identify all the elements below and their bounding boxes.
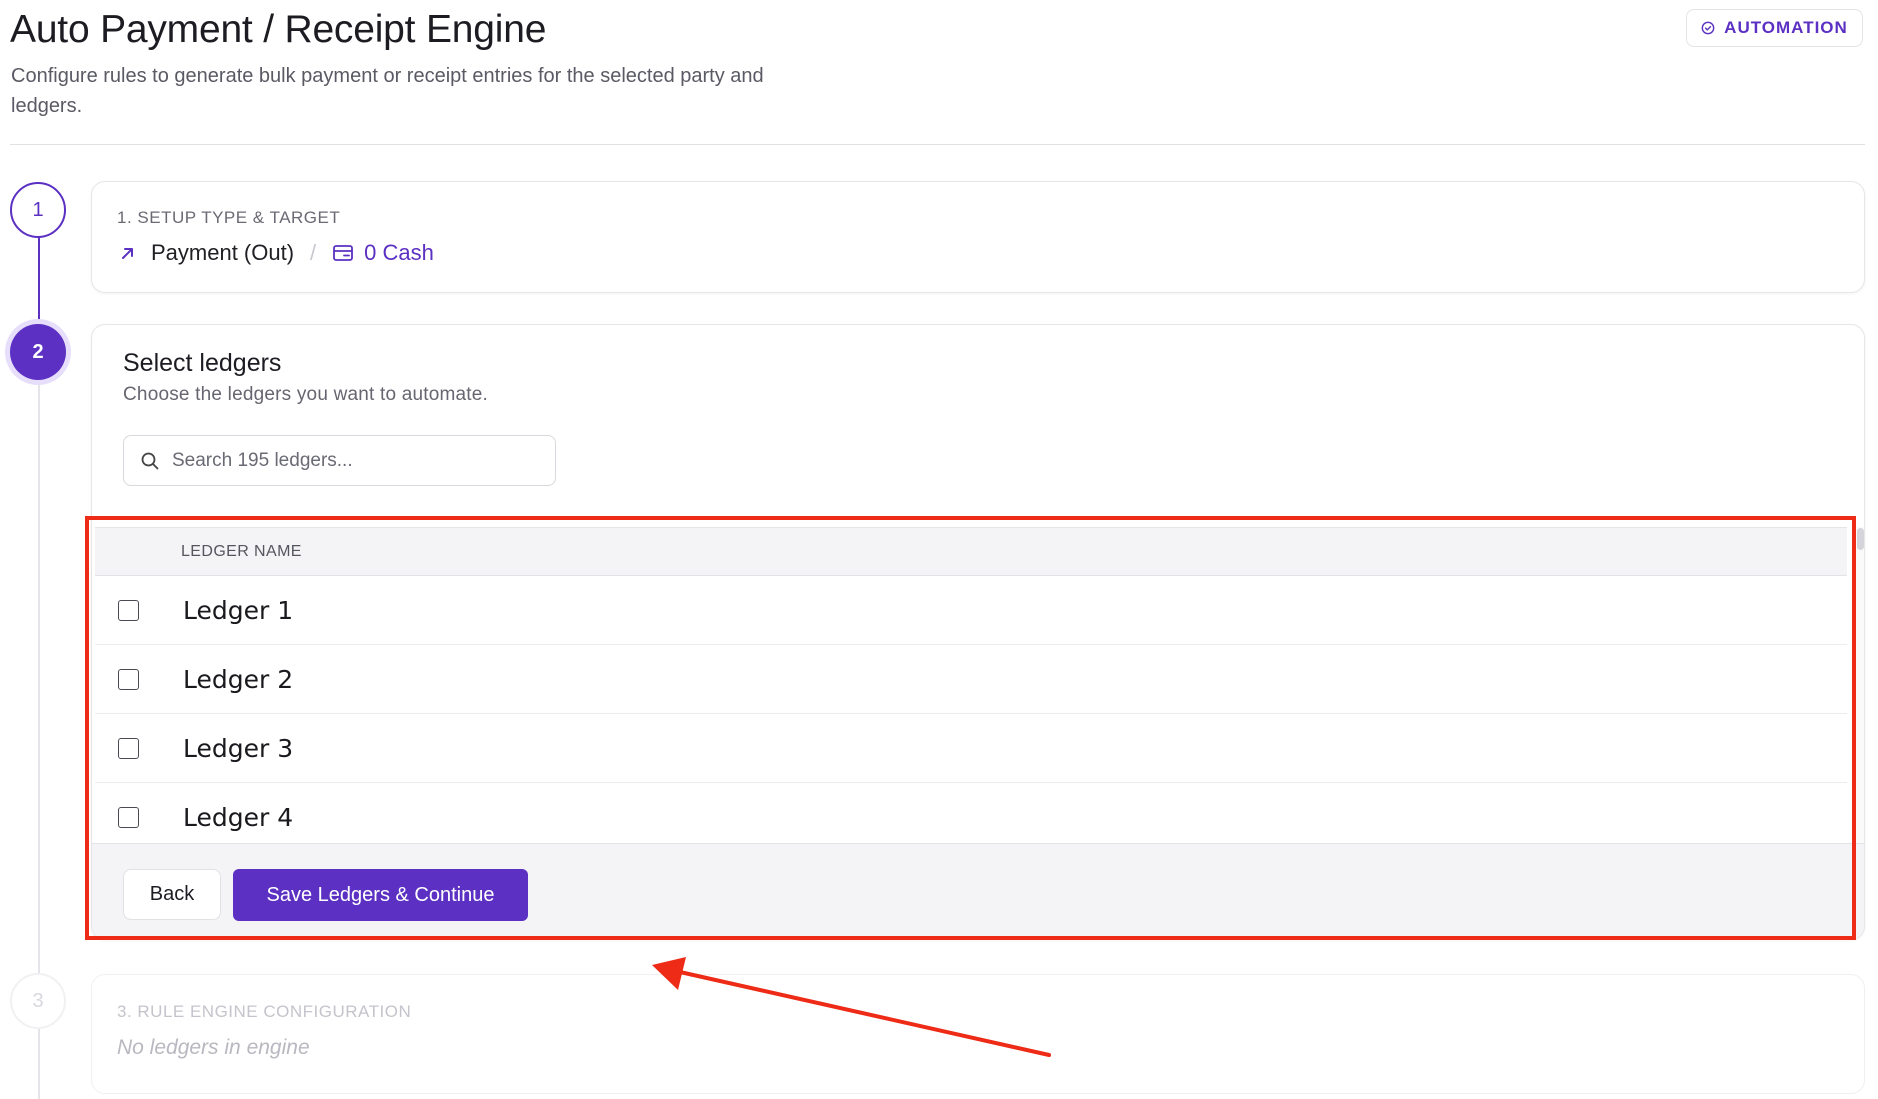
ledger-search-box[interactable]: [123, 435, 556, 486]
ledger-table-header: LEDGER NAME: [95, 528, 1847, 576]
stepper-connector-active: [38, 234, 40, 324]
setup-summary-card[interactable]: 1. SETUP TYPE & TARGET Payment (Out) / 0…: [91, 181, 1865, 293]
ledger-table: LEDGER NAME Ledger 1 Ledger 2 Ledger 3 L…: [95, 527, 1847, 843]
step-indicator-2[interactable]: 2: [10, 324, 66, 380]
table-row[interactable]: Ledger 1: [95, 576, 1847, 645]
select-ledgers-description: Choose the ledgers you want to automate.: [123, 384, 489, 405]
check-circle-icon: [1701, 21, 1715, 35]
select-ledgers-card: Select ledgers Choose the ledgers you wa…: [91, 324, 1865, 940]
summary-separator: /: [310, 240, 317, 265]
ledger-name: Ledger 1: [183, 595, 294, 625]
select-ledgers-title: Select ledgers: [123, 349, 282, 377]
table-row[interactable]: Ledger 2: [95, 645, 1847, 714]
step-indicator-1[interactable]: 1: [10, 182, 66, 238]
ledger-name: Ledger 2: [183, 664, 294, 694]
page-title: Auto Payment / Receipt Engine: [10, 8, 547, 51]
rule-engine-card: 3. RULE ENGINE CONFIGURATION No ledgers …: [91, 974, 1865, 1094]
step-1-eyebrow: 1. SETUP TYPE & TARGET: [117, 208, 341, 227]
select-ledgers-footer: Back Save Ledgers & Continue: [92, 843, 1864, 939]
setup-summary-row: Payment (Out) / 0 Cash: [119, 240, 434, 266]
ledger-search-input[interactable]: [172, 449, 555, 472]
page-subtitle: Configure rules to generate bulk payment…: [11, 65, 764, 117]
wallet-icon: [333, 245, 354, 261]
ledger-checkbox[interactable]: [118, 806, 139, 828]
rule-engine-empty-note: No ledgers in engine: [117, 1036, 310, 1059]
ledger-checkbox[interactable]: [118, 737, 139, 759]
save-ledgers-continue-button[interactable]: Save Ledgers & Continue: [233, 869, 528, 921]
ledger-name: Ledger 4: [183, 802, 294, 832]
ledger-name-column-header: LEDGER NAME: [181, 542, 302, 560]
table-row[interactable]: Ledger 4: [95, 783, 1847, 843]
step-3-eyebrow: 3. RULE ENGINE CONFIGURATION: [117, 1002, 412, 1021]
step-indicator-3: 3: [10, 973, 66, 1029]
automation-badge[interactable]: AUTOMATION: [1686, 9, 1863, 47]
table-row[interactable]: Ledger 3: [95, 714, 1847, 783]
arrow-up-right-icon: [122, 248, 133, 259]
ledger-table-scrollbar[interactable]: [1856, 527, 1864, 843]
setup-target-label: 0 Cash: [364, 240, 434, 265]
header-divider: [10, 144, 1865, 145]
ledger-name: Ledger 3: [183, 733, 294, 763]
ledger-table-scrollbar-thumb[interactable]: [1857, 528, 1864, 550]
automation-badge-label: AUTOMATION: [1724, 18, 1848, 37]
ledger-checkbox[interactable]: [118, 668, 139, 690]
setup-type-label: Payment (Out): [151, 240, 295, 265]
ledger-checkbox[interactable]: [118, 599, 139, 621]
back-button[interactable]: Back: [123, 869, 221, 920]
search-icon: [141, 452, 159, 469]
